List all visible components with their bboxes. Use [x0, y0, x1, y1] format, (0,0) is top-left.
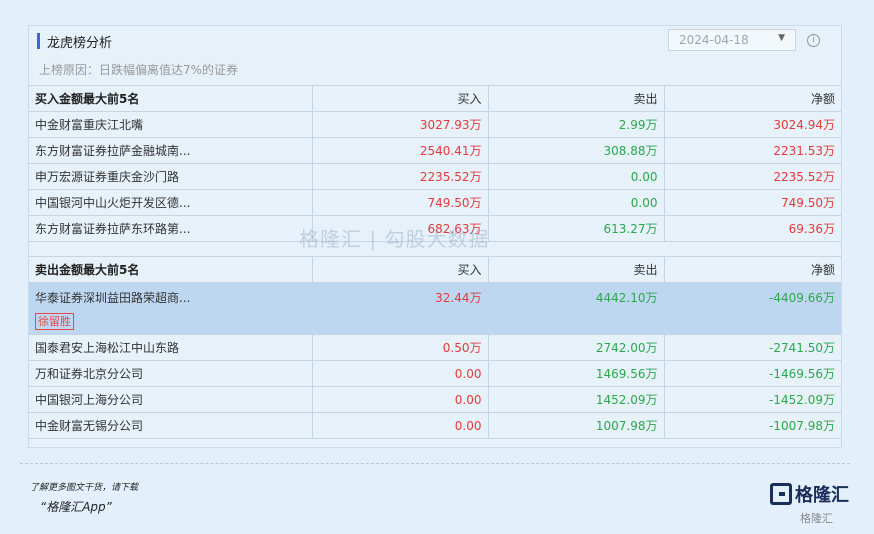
- column-header-name: 买入金额最大前5名: [29, 85, 312, 112]
- broker-name: 东方财富证券拉萨东环路第...: [29, 215, 312, 242]
- buy-amount: 32.44万: [311, 282, 488, 335]
- column-header-buy: 买入: [311, 85, 488, 112]
- table-row[interactable]: 东方财富证券拉萨金融城南... 2540.41万 308.88万 2231.53…: [29, 137, 841, 164]
- table-row[interactable]: 万和证券北京分公司 0.00 1469.56万 -1469.56万: [29, 360, 841, 387]
- caret-down-icon: ▼: [778, 33, 785, 43]
- sell-amount: 0.00: [487, 163, 664, 190]
- panel-header: 龙虎榜分析 2024-04-18 ▼ i: [29, 26, 841, 56]
- sell-amount: 1452.09万: [487, 386, 664, 413]
- net-amount: 69.36万: [663, 215, 841, 242]
- table-row-selected[interactable]: 华泰证券深圳益田路荣超商... 徐留胜 32.44万 4442.10万 -440…: [29, 282, 841, 335]
- net-amount: -1007.98万: [663, 412, 841, 439]
- date-select[interactable]: 2024-04-18 ▼: [668, 29, 796, 51]
- column-header-net: 净额: [663, 85, 841, 112]
- sell-top5-table: 卖出金额最大前5名 买入 卖出 净额 华泰证券深圳益田路荣超商... 徐留胜 3…: [29, 256, 841, 439]
- footer-app-name: “格隆汇App”: [40, 500, 112, 514]
- table-row[interactable]: 中国银河中山火炬开发区德... 749.50万 0.00 749.50万: [29, 189, 841, 216]
- table-header-row: 卖出金额最大前5名 买入 卖出 净额: [29, 256, 841, 283]
- buy-amount: 3027.93万: [311, 111, 488, 138]
- table-row[interactable]: 中国银河上海分公司 0.00 1452.09万 -1452.09万: [29, 386, 841, 413]
- broker-name: 中金财富无锡分公司: [29, 412, 312, 439]
- net-amount: -2741.50万: [663, 334, 841, 361]
- buy-amount: 0.00: [311, 386, 488, 413]
- panel-title: 龙虎榜分析: [47, 36, 113, 51]
- sell-amount: 1469.56万: [487, 360, 664, 387]
- footer-divider: [20, 463, 850, 464]
- column-header-buy: 买入: [311, 256, 488, 283]
- buy-amount: 0.00: [311, 412, 488, 439]
- trader-tag[interactable]: 徐留胜: [35, 313, 74, 330]
- net-amount: -1469.56万: [663, 360, 841, 387]
- broker-name: 国泰君安上海松江中山东路: [29, 334, 312, 361]
- net-amount: -4409.66万: [663, 282, 841, 335]
- column-header-sell: 卖出: [487, 85, 664, 112]
- table-header-row: 买入金额最大前5名 买入 卖出 净额: [29, 85, 841, 112]
- buy-amount: 2235.52万: [311, 163, 488, 190]
- date-value: 2024-04-18: [679, 33, 749, 47]
- footer-download-text: 了解更多图文干货，请下载: [30, 483, 139, 493]
- table-row[interactable]: 国泰君安上海松江中山东路 0.50万 2742.00万 -2741.50万: [29, 334, 841, 361]
- table-row[interactable]: 中金财富重庆江北嘴 3027.93万 2.99万 3024.94万: [29, 111, 841, 138]
- broker-name: 中国银河上海分公司: [29, 386, 312, 413]
- listing-reason: 上榜原因：日跌幅偏离值达7%的证券: [39, 63, 239, 77]
- buy-top5-table: 买入金额最大前5名 买入 卖出 净额 中金财富重庆江北嘴 3027.93万 2.…: [29, 85, 841, 242]
- title-accent-bar: [37, 33, 40, 49]
- broker-name: 万和证券北京分公司: [29, 360, 312, 387]
- broker-name-cell: 华泰证券深圳益田路荣超商... 徐留胜: [29, 282, 312, 335]
- logo-icon: [770, 483, 792, 505]
- net-amount: 2235.52万: [663, 163, 841, 190]
- column-header-name: 卖出金额最大前5名: [29, 256, 312, 283]
- sell-amount: 308.88万: [487, 137, 664, 164]
- sell-amount: 2742.00万: [487, 334, 664, 361]
- column-header-sell: 卖出: [487, 256, 664, 283]
- broker-name: 东方财富证券拉萨金融城南...: [29, 137, 312, 164]
- logo-text: 格隆汇: [795, 485, 849, 506]
- sell-amount: 1007.98万: [487, 412, 664, 439]
- net-amount: 749.50万: [663, 189, 841, 216]
- sell-amount: 4442.10万: [487, 282, 664, 335]
- broker-name: 中金财富重庆江北嘴: [29, 111, 312, 138]
- table-row[interactable]: 中金财富无锡分公司 0.00 1007.98万 -1007.98万: [29, 412, 841, 439]
- sell-amount: 2.99万: [487, 111, 664, 138]
- sell-amount: 0.00: [487, 189, 664, 216]
- buy-amount: 749.50万: [311, 189, 488, 216]
- watermark: 格隆汇 | 勾股大数据: [299, 227, 490, 251]
- buy-amount: 0.50万: [311, 334, 488, 361]
- net-amount: -1452.09万: [663, 386, 841, 413]
- broker-name: 华泰证券深圳益田路荣超商...: [35, 291, 191, 305]
- sell-amount: 613.27万: [487, 215, 664, 242]
- dragon-tiger-panel: 龙虎榜分析 2024-04-18 ▼ i 上榜原因：日跌幅偏离值达7%的证券 买…: [28, 25, 842, 448]
- buy-amount: 0.00: [311, 360, 488, 387]
- corner-watermark: 格隆汇: [800, 512, 833, 525]
- column-header-net: 净额: [663, 256, 841, 283]
- broker-name: 申万宏源证券重庆金沙门路: [29, 163, 312, 190]
- broker-name: 中国银河中山火炬开发区德...: [29, 189, 312, 216]
- net-amount: 3024.94万: [663, 111, 841, 138]
- buy-amount: 2540.41万: [311, 137, 488, 164]
- table-row[interactable]: 申万宏源证券重庆金沙门路 2235.52万 0.00 2235.52万: [29, 163, 841, 190]
- brand-logo: 格隆汇: [770, 481, 849, 507]
- net-amount: 2231.53万: [663, 137, 841, 164]
- info-icon[interactable]: i: [807, 34, 820, 47]
